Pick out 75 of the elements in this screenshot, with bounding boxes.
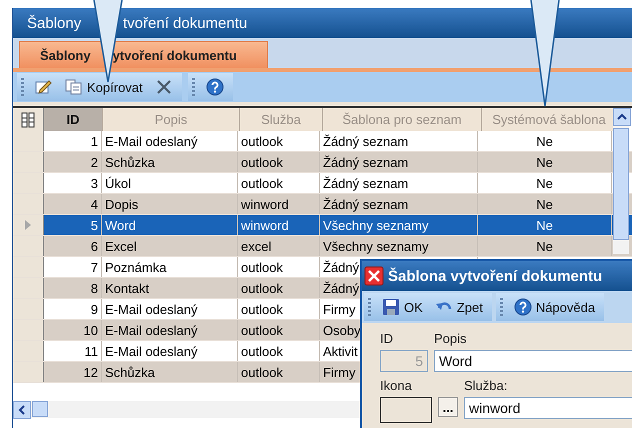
table-cell: 2	[44, 152, 102, 172]
table-cell: Žádný seznam	[320, 173, 478, 193]
table-cell: Dopis	[102, 194, 238, 214]
table-cell: winword	[238, 194, 320, 214]
table-cell: Ne	[478, 152, 612, 172]
table-cell: Všechny seznamy	[320, 215, 478, 235]
window-title: tvoření dokumentu	[123, 14, 248, 32]
app-icon	[364, 266, 384, 286]
table-cell: 12	[44, 362, 102, 382]
table-cell: 6	[44, 236, 102, 256]
table-cell: 9	[44, 299, 102, 319]
table-cell: 5	[44, 215, 102, 235]
table-cell: 3	[44, 173, 102, 193]
table-cell: winword	[238, 215, 320, 235]
table-cell: Kontakt	[102, 278, 238, 298]
scroll-up-button[interactable]	[613, 108, 631, 126]
table-cell: Ne	[478, 236, 612, 256]
table-cell: E-Mail odeslaný	[102, 320, 238, 340]
table-cell: Žádný seznam	[320, 152, 478, 172]
table-cell: E-Mail odeslaný	[102, 131, 238, 151]
table-cell: outlook	[238, 131, 320, 151]
table-cell: E-Mail odeslaný	[102, 341, 238, 361]
table-cell: Úkol	[102, 173, 238, 193]
table-cell: Schůzka	[102, 362, 238, 382]
table-cell: Ne	[478, 131, 612, 151]
table-cell: Žádný seznam	[320, 131, 478, 151]
scroll-thumb[interactable]	[613, 128, 629, 240]
table-cell: outlook	[238, 278, 320, 298]
ok-button[interactable]: OK	[377, 296, 428, 318]
table-cell: excel	[238, 236, 320, 256]
current-row-icon	[25, 220, 31, 230]
table-cell: E-Mail odeslaný	[102, 299, 238, 319]
help-icon	[514, 298, 532, 316]
table-row[interactable]: 5 Word winword Všechny seznamy Ne	[13, 215, 632, 236]
table-cell: Excel	[102, 236, 238, 256]
table-row[interactable]: 1 E-Mail odeslaný outlook Žádný seznam Ne	[13, 131, 632, 152]
table-cell: 1	[44, 131, 102, 151]
table-cell: Word	[102, 215, 238, 235]
copy-icon	[65, 79, 83, 95]
table-row[interactable]: 2 Schůzka outlook Žádný seznam Ne	[13, 152, 632, 173]
table-cell: 10	[44, 320, 102, 340]
table-cell: outlook	[238, 320, 320, 340]
table-cell: 8	[44, 278, 102, 298]
table-cell: outlook	[238, 362, 320, 382]
table-cell: Ne	[478, 215, 612, 235]
window-title: Šablony	[27, 14, 82, 32]
table-cell: Všechny seznamy	[320, 236, 478, 256]
table-cell: outlook	[238, 257, 320, 277]
table-cell: 11	[44, 341, 102, 361]
table-cell: Poznámka	[102, 257, 238, 277]
table-cell: outlook	[238, 152, 320, 172]
table-row[interactable]: 4 Dopis winword Žádný seznam Ne	[13, 194, 632, 215]
table-cell: outlook	[238, 299, 320, 319]
table-row[interactable]: 3 Úkol outlook Žádný seznam Ne	[13, 173, 632, 194]
table-cell: Ne	[478, 194, 612, 214]
table-cell: Ne	[478, 173, 612, 193]
pencil-icon	[35, 79, 53, 95]
table-cell: Žádný seznam	[320, 194, 478, 214]
column-chooser-icon[interactable]	[21, 112, 35, 128]
help-icon	[206, 78, 224, 96]
table-cell: Schůzka	[102, 152, 238, 172]
scroll-thumb[interactable]	[32, 401, 48, 417]
description-field[interactable]: Word	[434, 350, 632, 372]
icon-preview	[380, 397, 432, 423]
scroll-left-button[interactable]	[13, 401, 31, 419]
table-row[interactable]: 6 Excel excel Všechny seznamy Ne	[13, 236, 632, 257]
tab[interactable]: Šablony ytvoření dokumentu	[19, 41, 268, 68]
browse-button[interactable]: ...	[438, 397, 458, 417]
table-cell: outlook	[238, 173, 320, 193]
service-field[interactable]: winword	[464, 397, 632, 419]
table-cell: 7	[44, 257, 102, 277]
table-cell: 4	[44, 194, 102, 214]
delete-icon	[154, 79, 173, 95]
column-header[interactable]: ID	[44, 108, 103, 131]
table-cell: outlook	[238, 341, 320, 361]
